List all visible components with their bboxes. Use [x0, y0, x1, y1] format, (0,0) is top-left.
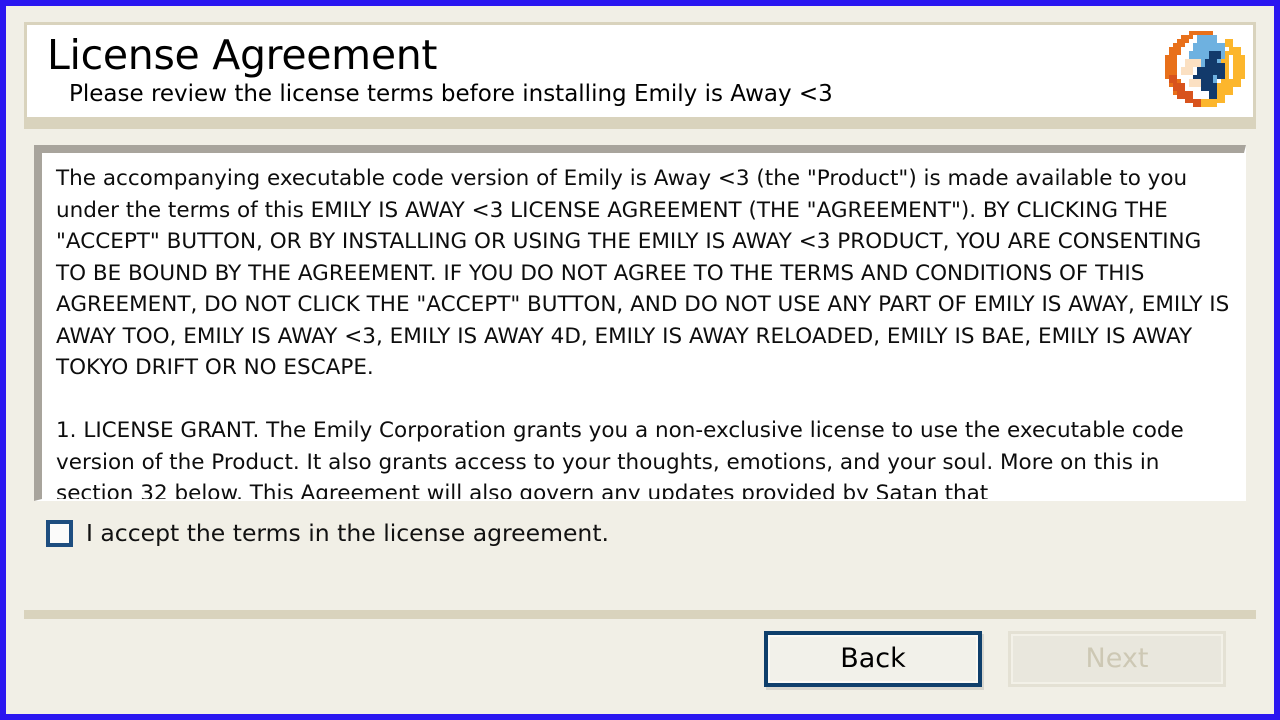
page-title: License Agreement	[47, 31, 438, 79]
page-subtitle: Please review the license terms before i…	[69, 81, 833, 107]
wizard-header: License Agreement Please review the lice…	[24, 22, 1256, 120]
next-button: Next	[1008, 630, 1226, 687]
license-scroll-panel[interactable]: The accompanying executable code version…	[34, 145, 1246, 501]
wizard-body: The accompanying executable code version…	[24, 120, 1256, 610]
accept-terms-checkbox[interactable]	[46, 519, 73, 547]
license-agreement-text: The accompanying executable code version…	[56, 166, 1230, 499]
accept-terms-row[interactable]: I accept the terms in the license agreem…	[46, 519, 1256, 547]
back-button[interactable]: Back	[764, 630, 982, 687]
installer-window: License Agreement Please review the lice…	[0, 0, 1280, 720]
firefox-logo	[1161, 27, 1249, 115]
accept-terms-label[interactable]: I accept the terms in the license agreem…	[86, 519, 609, 547]
wizard-footer: Back Next	[24, 610, 1256, 698]
license-panel-frame: The accompanying executable code version…	[34, 145, 1246, 501]
